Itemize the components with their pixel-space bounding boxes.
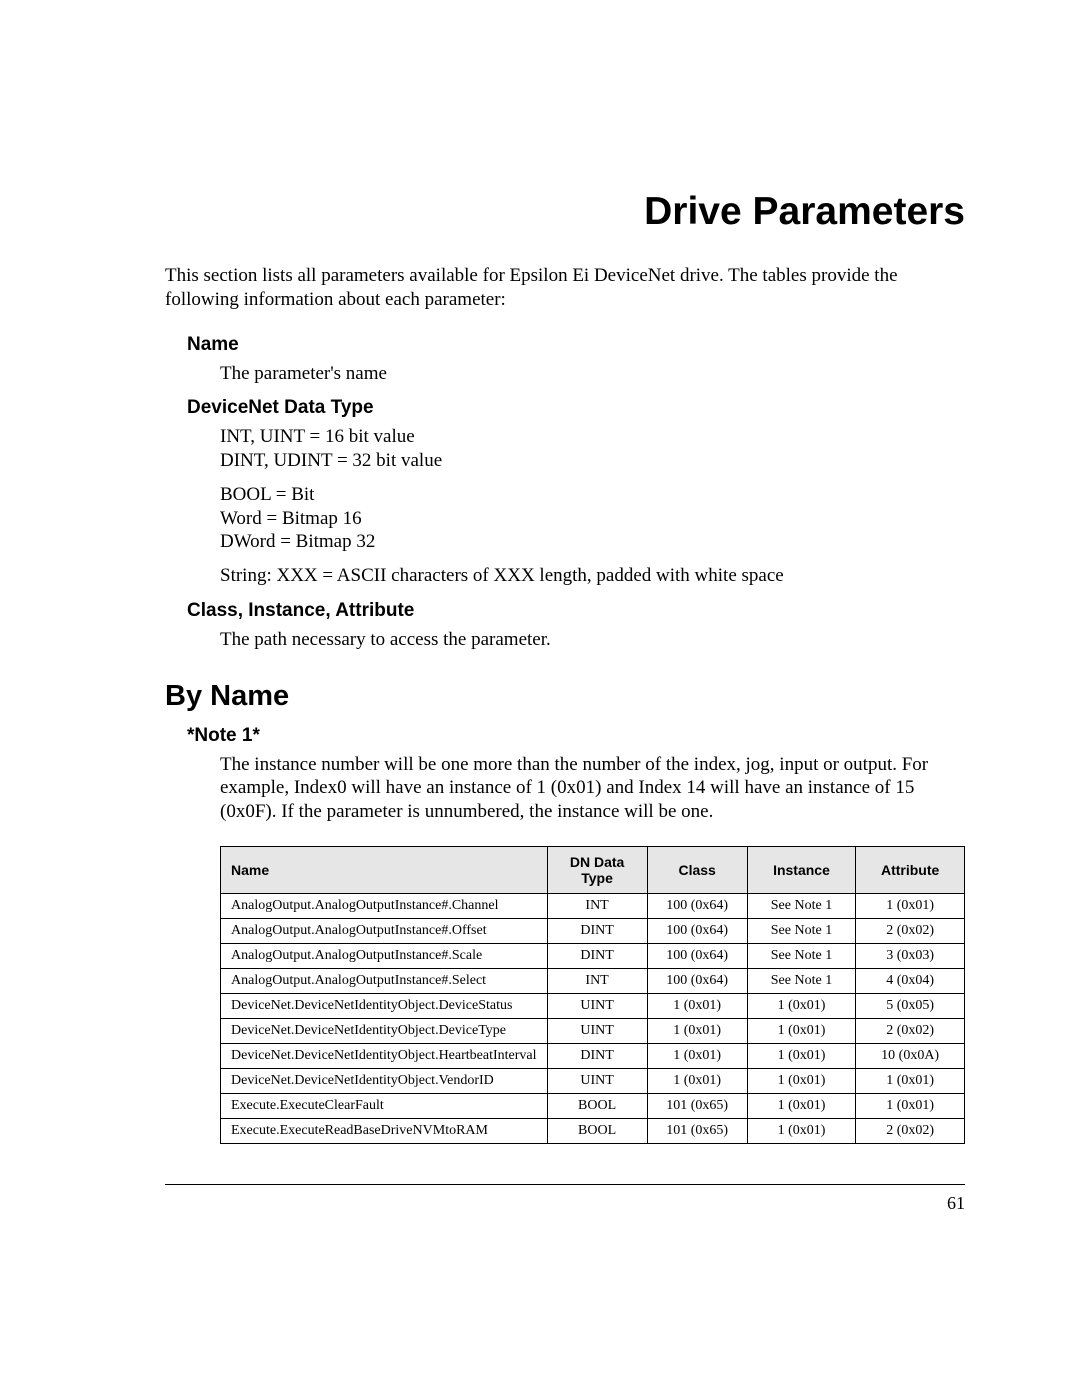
- page-title: Drive Parameters: [165, 190, 965, 234]
- cell-name: AnalogOutput.AnalogOutputInstance#.Selec…: [221, 968, 548, 993]
- table-row: Execute.ExecuteClearFaultBOOL101 (0x65)1…: [221, 1093, 965, 1118]
- footer-rule: [165, 1184, 965, 1185]
- cell-type: BOOL: [547, 1093, 647, 1118]
- cell-type: DINT: [547, 918, 647, 943]
- table-row: DeviceNet.DeviceNetIdentityObject.Device…: [221, 1018, 965, 1043]
- cell-class: 101 (0x65): [647, 1118, 747, 1143]
- cell-instance: 1 (0x01): [747, 1118, 856, 1143]
- cell-attribute: 1 (0x01): [856, 1068, 965, 1093]
- table-row: AnalogOutput.AnalogOutputInstance#.Offse…: [221, 918, 965, 943]
- cell-instance: See Note 1: [747, 918, 856, 943]
- section-datatype-body1: INT, UINT = 16 bit value DINT, UDINT = 3…: [220, 425, 965, 473]
- cell-name: AnalogOutput.AnalogOutputInstance#.Offse…: [221, 918, 548, 943]
- th-type: DN Data Type: [547, 846, 647, 893]
- cell-type: BOOL: [547, 1118, 647, 1143]
- cell-name: DeviceNet.DeviceNetIdentityObject.Heartb…: [221, 1043, 548, 1068]
- cell-name: DeviceNet.DeviceNetIdentityObject.Vendor…: [221, 1068, 548, 1093]
- datatype-line3: BOOL = Bit: [220, 484, 314, 505]
- section-datatype-heading: DeviceNet Data Type: [187, 397, 965, 419]
- table-row: DeviceNet.DeviceNetIdentityObject.Heartb…: [221, 1043, 965, 1068]
- th-class: Class: [647, 846, 747, 893]
- cell-class: 100 (0x64): [647, 968, 747, 993]
- cell-class: 1 (0x01): [647, 1068, 747, 1093]
- note1-heading: *Note 1*: [187, 725, 965, 747]
- cell-attribute: 1 (0x01): [856, 1093, 965, 1118]
- cell-class: 101 (0x65): [647, 1093, 747, 1118]
- th-attribute: Attribute: [856, 846, 965, 893]
- cell-attribute: 1 (0x01): [856, 893, 965, 918]
- cell-instance: See Note 1: [747, 943, 856, 968]
- datatype-line4: Word = Bitmap 16: [220, 508, 362, 529]
- section-datatype-body2: BOOL = Bit Word = Bitmap 16 DWord = Bitm…: [220, 483, 965, 554]
- cell-instance: See Note 1: [747, 968, 856, 993]
- th-name: Name: [221, 846, 548, 893]
- table-row: AnalogOutput.AnalogOutputInstance#.Scale…: [221, 943, 965, 968]
- section-name-body: The parameter's name: [220, 362, 965, 386]
- section-datatype-body3: String: XXX = ASCII characters of XXX le…: [220, 564, 965, 588]
- cell-name: Execute.ExecuteClearFault: [221, 1093, 548, 1118]
- cell-type: DINT: [547, 1043, 647, 1068]
- cell-class: 100 (0x64): [647, 943, 747, 968]
- parameters-table: Name DN Data Type Class Instance Attribu…: [220, 846, 965, 1144]
- note1-body: The instance number will be one more tha…: [220, 753, 965, 824]
- table-row: AnalogOutput.AnalogOutputInstance#.Chann…: [221, 893, 965, 918]
- cell-name: DeviceNet.DeviceNetIdentityObject.Device…: [221, 993, 548, 1018]
- datatype-line5: DWord = Bitmap 32: [220, 531, 375, 552]
- cell-attribute: 4 (0x04): [856, 968, 965, 993]
- cell-instance: 1 (0x01): [747, 993, 856, 1018]
- section-name-heading: Name: [187, 334, 965, 356]
- datatype-line1: INT, UINT = 16 bit value: [220, 426, 415, 447]
- parameters-table-wrap: Name DN Data Type Class Instance Attribu…: [220, 846, 965, 1144]
- cell-attribute: 5 (0x05): [856, 993, 965, 1018]
- cell-instance: 1 (0x01): [747, 1093, 856, 1118]
- cell-type: INT: [547, 968, 647, 993]
- section-cia-heading: Class, Instance, Attribute: [187, 600, 965, 622]
- cell-instance: See Note 1: [747, 893, 856, 918]
- cell-class: 100 (0x64): [647, 893, 747, 918]
- cell-class: 1 (0x01): [647, 993, 747, 1018]
- th-instance: Instance: [747, 846, 856, 893]
- table-row: DeviceNet.DeviceNetIdentityObject.Device…: [221, 993, 965, 1018]
- cell-instance: 1 (0x01): [747, 1043, 856, 1068]
- cell-attribute: 2 (0x02): [856, 918, 965, 943]
- cell-type: DINT: [547, 943, 647, 968]
- byname-heading: By Name: [165, 680, 965, 713]
- cell-type: UINT: [547, 993, 647, 1018]
- cell-name: AnalogOutput.AnalogOutputInstance#.Scale: [221, 943, 548, 968]
- table-row: AnalogOutput.AnalogOutputInstance#.Selec…: [221, 968, 965, 993]
- datatype-line2: DINT, UDINT = 32 bit value: [220, 450, 442, 471]
- page-number: 61: [165, 1193, 965, 1214]
- cell-attribute: 2 (0x02): [856, 1018, 965, 1043]
- cell-attribute: 10 (0x0A): [856, 1043, 965, 1068]
- table-row: DeviceNet.DeviceNetIdentityObject.Vendor…: [221, 1068, 965, 1093]
- cell-class: 1 (0x01): [647, 1043, 747, 1068]
- cell-name: AnalogOutput.AnalogOutputInstance#.Chann…: [221, 893, 548, 918]
- intro-paragraph: This section lists all parameters availa…: [165, 264, 965, 312]
- cell-class: 1 (0x01): [647, 1018, 747, 1043]
- cell-attribute: 2 (0x02): [856, 1118, 965, 1143]
- cell-name: Execute.ExecuteReadBaseDriveNVMtoRAM: [221, 1118, 548, 1143]
- cell-attribute: 3 (0x03): [856, 943, 965, 968]
- cell-class: 100 (0x64): [647, 918, 747, 943]
- cell-name: DeviceNet.DeviceNetIdentityObject.Device…: [221, 1018, 548, 1043]
- table-row: Execute.ExecuteReadBaseDriveNVMtoRAMBOOL…: [221, 1118, 965, 1143]
- cell-instance: 1 (0x01): [747, 1018, 856, 1043]
- cell-instance: 1 (0x01): [747, 1068, 856, 1093]
- table-header-row: Name DN Data Type Class Instance Attribu…: [221, 846, 965, 893]
- cell-type: INT: [547, 893, 647, 918]
- section-cia-body: The path necessary to access the paramet…: [220, 628, 965, 652]
- cell-type: UINT: [547, 1068, 647, 1093]
- cell-type: UINT: [547, 1018, 647, 1043]
